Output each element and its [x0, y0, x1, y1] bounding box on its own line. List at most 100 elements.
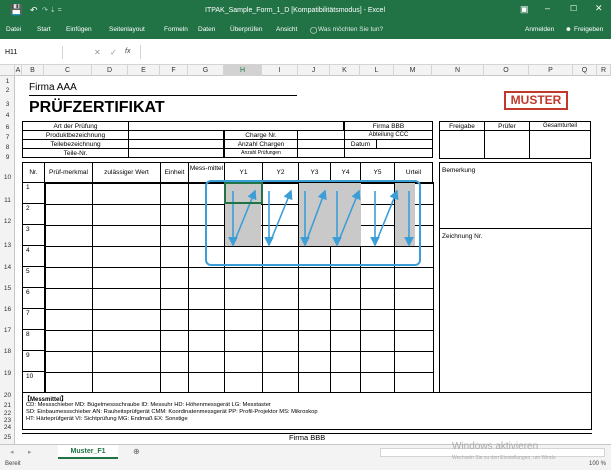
row-header[interactable]: 19: [0, 370, 15, 377]
col-header-i[interactable]: I: [262, 65, 298, 76]
scroll-right-icon[interactable]: ▸: [28, 448, 32, 456]
row-header[interactable]: 2: [0, 87, 15, 94]
table-row-number: 3: [22, 224, 45, 246]
col-header-j[interactable]: J: [298, 65, 330, 76]
active-cell-h11[interactable]: [224, 182, 263, 204]
col-header-k[interactable]: K: [330, 65, 360, 76]
table-row-number: 10: [22, 371, 45, 393]
col-header-n[interactable]: N: [432, 65, 484, 76]
table-row-number: 7: [22, 308, 45, 330]
function-icon[interactable]: fx: [125, 48, 130, 55]
row-header[interactable]: 15: [0, 285, 15, 292]
zoom-level[interactable]: 100 %: [589, 461, 606, 467]
tab-datei[interactable]: Datei: [6, 26, 21, 33]
company-underline: [29, 95, 297, 96]
label-zeichnung: Zeichnung Nr.: [442, 233, 483, 240]
row-header[interactable]: 8: [0, 144, 15, 151]
save-icon[interactable]: 💾: [10, 5, 22, 16]
table-row-number: 1: [22, 182, 45, 204]
worksheet[interactable]: Firma AAA PRÜFZERTIFIKAT MUSTER Art der …: [15, 76, 611, 444]
row-header[interactable]: 23: [0, 417, 15, 424]
scroll-left-icon[interactable]: ◂: [10, 448, 14, 456]
page-title: PRÜFZERTIFIKAT: [29, 99, 165, 116]
col-header-d[interactable]: D: [92, 65, 128, 76]
add-sheet-button[interactable]: ⊕: [133, 447, 140, 456]
col-header-q[interactable]: Q: [573, 65, 597, 76]
row-header[interactable]: 24: [0, 424, 15, 431]
col-header-b[interactable]: B: [22, 65, 44, 76]
quick-access-rest[interactable]: ↷ ⇣ =: [42, 6, 62, 14]
tab-seitenlayout[interactable]: Seitenlayout: [109, 26, 145, 33]
col-header-h[interactable]: H: [224, 65, 262, 76]
sheet-tab-muster-f1[interactable]: Muster_F1: [58, 445, 118, 459]
cancel-icon[interactable]: ✕: [94, 48, 101, 57]
row-header[interactable]: 13: [0, 242, 15, 249]
col-header-e[interactable]: E: [128, 65, 160, 76]
col-header-o[interactable]: O: [484, 65, 529, 76]
col-header-f[interactable]: F: [160, 65, 188, 76]
value-teilenr[interactable]: [128, 148, 224, 158]
name-box[interactable]: H11: [3, 46, 63, 59]
col-header-g[interactable]: G: [188, 65, 224, 76]
value-pruefer[interactable]: [484, 130, 530, 159]
row-header[interactable]: 21: [0, 402, 15, 409]
row-header[interactable]: 4: [0, 112, 15, 119]
col-wert: zulässiger Wert: [92, 162, 161, 183]
tell-me-input[interactable]: Was möchten Sie tun?: [318, 26, 383, 33]
tab-ueberpruefen[interactable]: Überprüfen: [230, 26, 263, 33]
status-bar: Bereit Windows aktivieren Wechseln Sie z…: [0, 441, 611, 470]
table-row-number: 6: [22, 287, 45, 309]
footer-company: Firma BBB: [289, 433, 326, 442]
label-teilenr: Teile-Nr.: [22, 148, 129, 158]
zeichnung-box[interactable]: [439, 228, 592, 393]
row-header[interactable]: 20: [0, 392, 15, 399]
row-header[interactable]: 11: [0, 197, 15, 204]
maximize-icon[interactable]: ☐: [570, 4, 577, 13]
row-header[interactable]: 22: [0, 410, 15, 417]
col-header-a[interactable]: A: [15, 65, 22, 76]
col-merkmal: Prüf-merkmal: [44, 162, 93, 183]
table-row-number: 9: [22, 350, 45, 372]
col-einheit: Einheit: [160, 162, 189, 183]
row-header[interactable]: 1: [0, 78, 15, 85]
row-header[interactable]: 9: [0, 154, 15, 161]
value-datum-2[interactable]: [344, 148, 433, 158]
activation-watermark-2: Wechseln Sie zu den Einstellungen, um Wi…: [452, 455, 556, 461]
row-header[interactable]: 6: [0, 124, 15, 131]
value-gesamturteil[interactable]: [529, 130, 591, 159]
col-header-r[interactable]: R: [597, 65, 611, 76]
tab-ansicht[interactable]: Ansicht: [276, 26, 297, 33]
value-freigabe[interactable]: [439, 130, 485, 159]
row-header[interactable]: 14: [0, 264, 15, 271]
tab-formeln[interactable]: Formeln: [164, 26, 188, 33]
row-header-selected[interactable]: 12: [0, 218, 15, 225]
select-all-corner[interactable]: [0, 65, 15, 76]
col-header-p[interactable]: P: [529, 65, 573, 76]
tab-start[interactable]: Start: [37, 26, 51, 33]
tab-einfuegen[interactable]: Einfügen: [66, 26, 92, 33]
label-bemerkung: Bemerkung: [442, 167, 476, 174]
close-icon[interactable]: ✕: [595, 3, 603, 14]
tab-daten[interactable]: Daten: [198, 26, 215, 33]
minimize-icon[interactable]: –: [545, 3, 550, 13]
undo-icon[interactable]: ↶: [30, 5, 38, 16]
share-button[interactable]: Freigeben: [574, 26, 603, 33]
activation-watermark-1: Windows aktivieren: [452, 441, 539, 452]
col-header-m[interactable]: M: [394, 65, 432, 76]
col-header-l[interactable]: L: [360, 65, 394, 76]
row-header[interactable]: 7: [0, 134, 15, 141]
enter-icon[interactable]: ✓: [110, 48, 117, 57]
signin-button[interactable]: Anmelden: [525, 26, 554, 33]
row-header[interactable]: 16: [0, 306, 15, 313]
status-ready: Bereit: [5, 461, 21, 467]
value-anzahl-pruefungen[interactable]: [297, 148, 345, 158]
formula-input[interactable]: [140, 45, 605, 59]
row-header[interactable]: 3: [0, 101, 15, 108]
row-header[interactable]: 17: [0, 327, 15, 334]
lightbulb-icon: ◯: [310, 27, 318, 34]
ribbon-display-icon[interactable]: ▣: [520, 4, 529, 15]
row-header[interactable]: 25: [0, 434, 15, 441]
row-header[interactable]: 18: [0, 348, 15, 355]
col-header-c[interactable]: C: [44, 65, 92, 76]
row-header[interactable]: 10: [0, 174, 15, 181]
